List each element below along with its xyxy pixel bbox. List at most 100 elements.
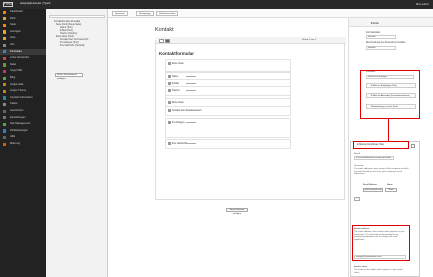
- module-icon: [3, 135, 7, 140]
- page-title: Kontakt: [155, 27, 174, 33]
- element-type-icon: [167, 108, 171, 112]
- module-label: Blog: [10, 75, 16, 79]
- recipient-name-input[interactable]: Name: [385, 188, 397, 192]
- module-icon: [3, 37, 7, 41]
- form-canvas: Schritt 1 von 1 Kontaktformular Erste Se…: [155, 37, 346, 215]
- sender-name-help: The name of the sender which appears in …: [354, 269, 403, 274]
- recipients-help: The email addresses your contact of the …: [354, 168, 409, 176]
- form-element[interactable]: Ihr Anliegen: [165, 118, 291, 138]
- module-item[interactable]: Site Management: [0, 121, 46, 128]
- module-icon: [3, 63, 7, 67]
- tree-node[interactable]: Ihre Nachricht (Textfeld): [60, 45, 84, 47]
- module-label: Angler Theme: [10, 89, 27, 93]
- module-icon: [3, 83, 7, 87]
- subject-input[interactable]: Ihr Kontaktformular wurde gesendet: [354, 156, 394, 160]
- list-view-icon[interactable]: [159, 38, 164, 43]
- top-bar: TYPO3 testprojekt.domain | Typo3 Max aut…: [0, 0, 433, 9]
- module-item[interactable]: Anzeigen: [0, 29, 46, 36]
- element-type-icon: [167, 100, 171, 104]
- module-item[interactable]: Vogel XML: [0, 68, 46, 75]
- module-label: Info: [10, 42, 15, 46]
- module-icon: [3, 50, 7, 54]
- module-item[interactable]: Angler-Hilfe: [0, 82, 46, 89]
- module-item[interactable]: Geschehen: [0, 108, 46, 115]
- tree-node[interactable]: Ihr Anliegen (Text): [60, 42, 79, 44]
- tree-node[interactable]: Telefon (Telefon): [60, 33, 77, 35]
- col-name: Name: [387, 184, 393, 186]
- element-type-icon: [167, 141, 171, 145]
- restore-button[interactable]: Wiederherstellen: [156, 11, 179, 16]
- module-icon: [3, 129, 7, 133]
- form-element[interactable]: Kontakt über Terminwunsch: [165, 106, 291, 116]
- module-icon: [3, 103, 7, 107]
- form-title: Kontaktformular: [159, 51, 195, 56]
- module-item[interactable]: Status: [0, 101, 46, 108]
- module-item[interactable]: Seite: [0, 22, 46, 29]
- tree-new-element-button[interactable]: Neues Formelement einfügen: [55, 73, 83, 80]
- module-item[interactable]: Einstellungen: [0, 115, 46, 122]
- element-type-icon: [167, 74, 171, 78]
- module-label: Einstellungen: [10, 115, 26, 119]
- module-item[interactable]: Hilfe: [0, 134, 46, 141]
- new-element-button[interactable]: Neues Element einfügen: [226, 208, 248, 215]
- module-item[interactable]: Angler Theme: [0, 88, 46, 95]
- element-input-preview: [186, 110, 196, 111]
- element-label: Name: [172, 74, 179, 78]
- module-label: Anzeigen: [10, 29, 21, 33]
- tree-node[interactable]: Erste Seite (Grid): [56, 36, 74, 38]
- form-element[interactable]: Telefon: [165, 86, 291, 96]
- module-item[interactable]: Datei: [0, 62, 46, 69]
- module-label: Status: [10, 102, 18, 106]
- inspector-title: Form: [371, 21, 379, 25]
- panel-header: E-Mail an Empfänger (Sie): [357, 144, 385, 146]
- module-item[interactable]: Contact Information: [0, 95, 46, 102]
- module-item[interactable]: Dashboard: [0, 9, 46, 16]
- element-input-preview: [186, 143, 196, 144]
- sender-address-input[interactable]: noreply@yourdomain.com: [354, 255, 406, 259]
- module-label: Geschehen: [10, 108, 24, 112]
- module-icon: [3, 70, 7, 74]
- tree-node[interactable]: Kontaktformular (Kontakt): [54, 21, 80, 23]
- element-input-preview: [186, 122, 196, 123]
- tree-node[interactable]: E-Mail (Text): [60, 30, 73, 32]
- module-item[interactable]: Web: [0, 16, 46, 23]
- user-menu[interactable]: Max author: [416, 3, 429, 6]
- save-button[interactable]: Speichern: [112, 11, 128, 16]
- module-item[interactable]: Liste: [0, 35, 46, 42]
- tree-node[interactable]: Name (Text): [60, 27, 73, 29]
- module-icon: [3, 109, 7, 113]
- recipient-email-input[interactable]: mail@example.com: [363, 188, 383, 192]
- module-item[interactable]: Links überprüfen: [0, 55, 46, 62]
- module-item[interactable]: Weiterleitungen: [0, 128, 46, 135]
- module-icon: [3, 76, 7, 80]
- form-element[interactable]: Ihre Nachricht: [165, 139, 291, 149]
- form-editor-stage: Kontakt Schritt 1 von 1 Kontaktformular …: [108, 18, 348, 277]
- element-input-preview: [186, 90, 196, 91]
- tree-node[interactable]: Kontakt über Terminwunsch: [60, 39, 88, 41]
- trash-icon[interactable]: [411, 143, 415, 148]
- module-item[interactable]: Formulare: [0, 48, 46, 56]
- description-label: Beschreibung des Absenders Kontakts: [366, 42, 406, 44]
- add-recipient-button[interactable]: +: [354, 197, 360, 201]
- undo-button[interactable]: Rückgängig: [136, 11, 154, 16]
- form-label-input[interactable]: Kontakt: [366, 35, 396, 39]
- form-element[interactable]: Erste Seite: [165, 59, 291, 72]
- module-item[interactable]: Blog: [0, 75, 46, 82]
- tree-node[interactable]: Seite (Grid) (Neue Seite): [56, 24, 81, 26]
- tree-search-input[interactable]: [49, 15, 105, 18]
- module-item[interactable]: Info: [0, 42, 46, 49]
- module-icon: [3, 116, 7, 120]
- description-input[interactable]: Kontakt: [366, 46, 396, 50]
- form-tree-panel: Kontaktformular (Kontakt) Seite (Grid) (N…: [46, 9, 108, 277]
- element-label: Erste Seite: [172, 61, 184, 65]
- module-label: Weiterleitungen: [10, 128, 28, 132]
- module-label: Formulare: [10, 49, 22, 53]
- typo3-logo[interactable]: TYPO3: [3, 2, 13, 7]
- module-label: Links überprüfen: [10, 56, 30, 60]
- element-label: Ihre Nachricht: [172, 141, 187, 145]
- module-item[interactable]: Mail-Log: [0, 141, 46, 148]
- grid-view-icon[interactable]: [165, 38, 170, 43]
- module-label: Datei: [10, 62, 17, 66]
- module-label: Dashboard: [10, 10, 23, 13]
- element-type-icon: [167, 81, 171, 85]
